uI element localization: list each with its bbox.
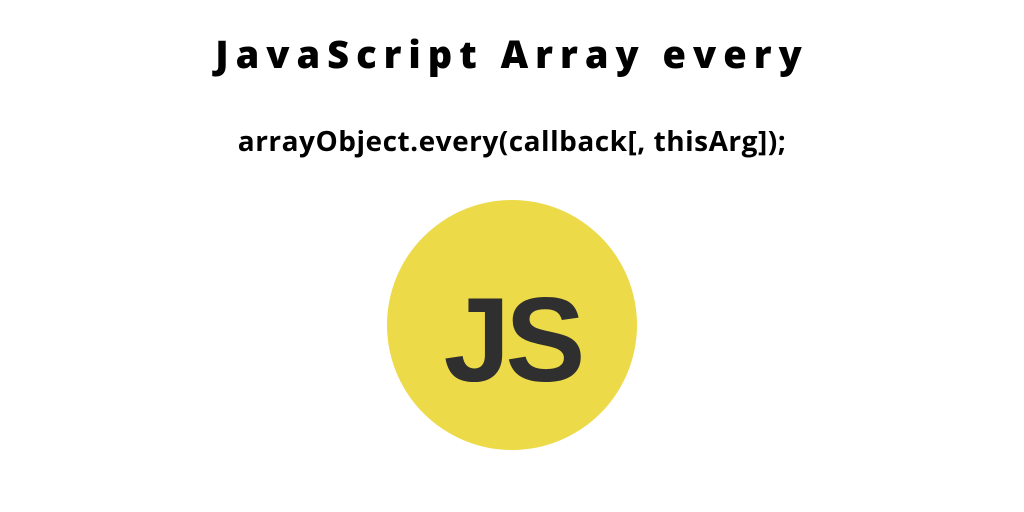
- code-signature: arrayObject.every(callback[, thisArg]);: [238, 122, 786, 160]
- js-logo-text: JS: [444, 271, 581, 409]
- page-title: JavaScript Array every: [215, 28, 809, 80]
- js-logo-circle: JS: [387, 200, 637, 450]
- js-logo: JS: [387, 200, 637, 450]
